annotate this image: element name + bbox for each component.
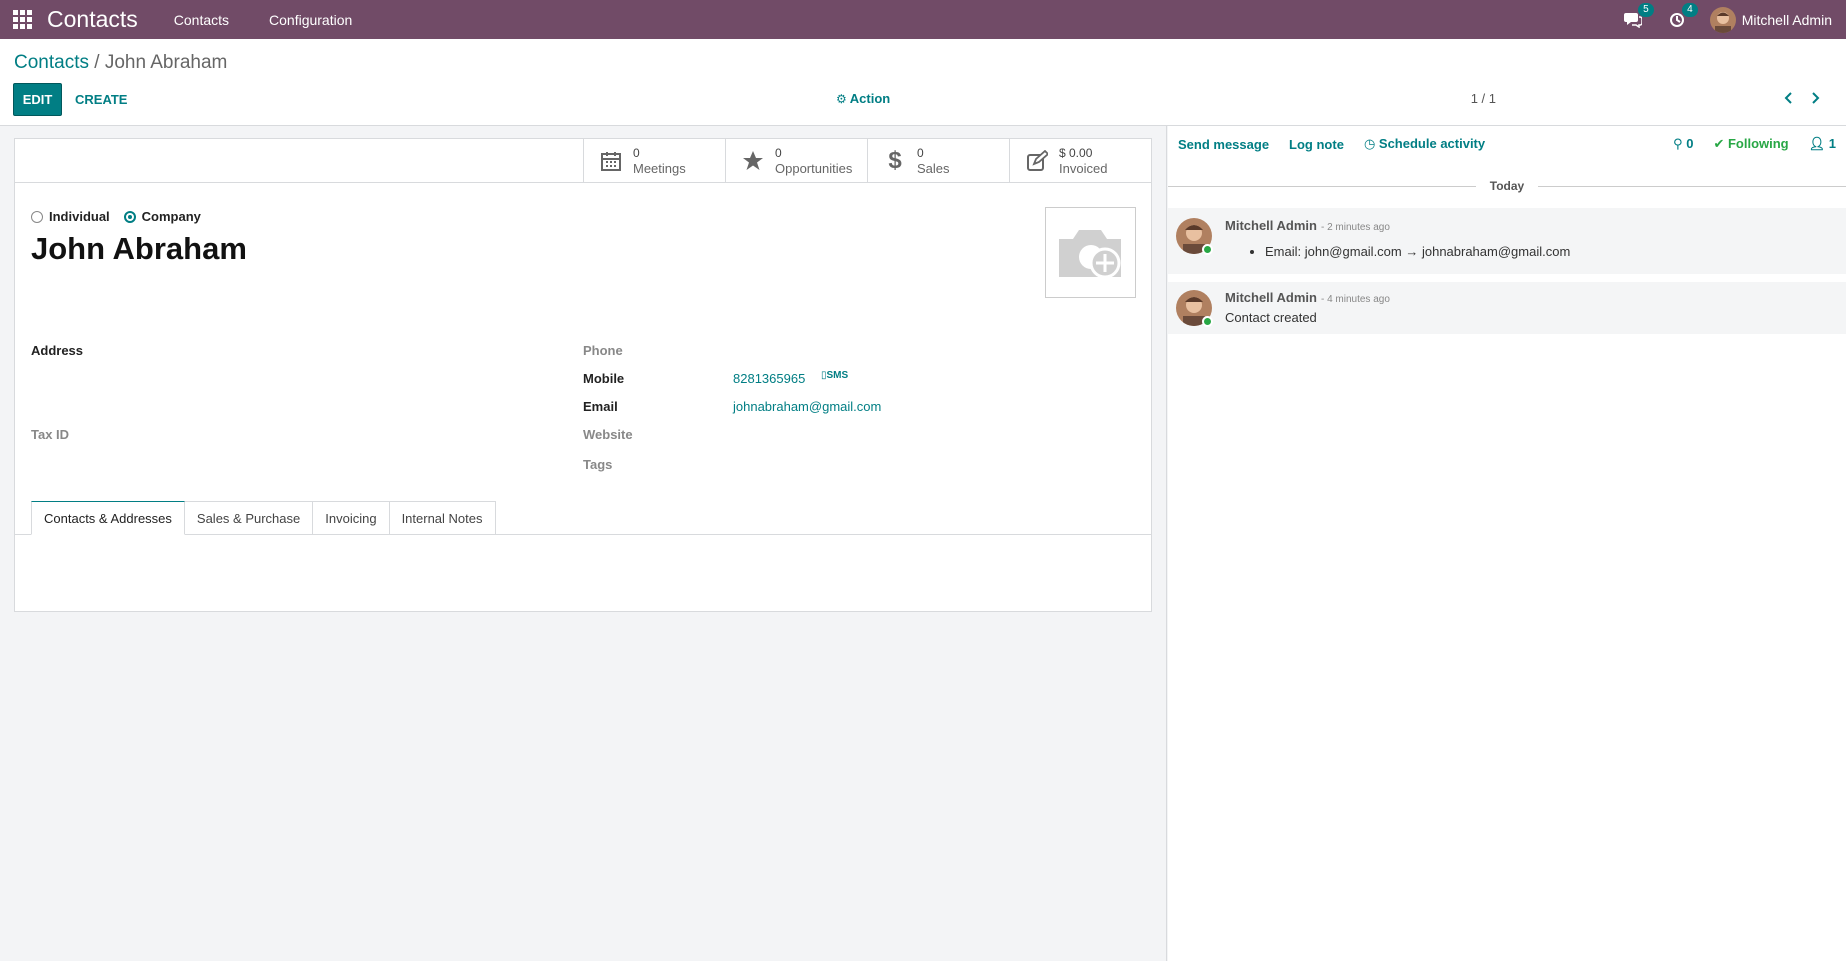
mobile-label: Mobile	[583, 371, 625, 386]
user-name[interactable]: Mitchell Admin	[1742, 12, 1832, 28]
meetings-button[interactable]: 0 Meetings	[583, 139, 725, 183]
edit-button[interactable]: EDIT	[13, 83, 62, 116]
radio-individual[interactable]	[31, 210, 43, 223]
breadcrumb: Contacts / John Abraham	[14, 52, 227, 74]
activities-icon[interactable]: 4	[1666, 2, 1698, 31]
action-dropdown[interactable]: ⚙ Action	[836, 91, 890, 106]
followers-count: 1	[1828, 136, 1836, 151]
sales-button[interactable]: $ 0 Sales	[867, 139, 1009, 183]
email-label: Email	[583, 399, 618, 414]
user-avatar[interactable]	[1709, 6, 1736, 33]
sales-count: 0	[917, 146, 924, 160]
meetings-count: 0	[633, 146, 640, 160]
form-area: 0 Meetings 0 Opportunities $ 0 Sales $ 0…	[0, 126, 1167, 961]
activities-badge: 4	[1682, 2, 1698, 17]
message-body: Email: john@gmail.com → johnabraham@gmai…	[1225, 244, 1570, 259]
followers-button[interactable]: 👤︎ 1	[1809, 136, 1836, 152]
message-author-name[interactable]: Mitchell Admin	[1225, 218, 1317, 233]
breadcrumb-separator: /	[88, 52, 105, 73]
message-author-name[interactable]: Mitchell Admin	[1225, 290, 1317, 305]
invoiced-button[interactable]: $ 0.00 Invoiced	[1009, 139, 1151, 183]
chatter-message: Mitchell Admin - 4 minutes ago Contact cr…	[1168, 282, 1846, 334]
sales-label: Sales	[917, 161, 950, 176]
form-sheet: 0 Meetings 0 Opportunities $ 0 Sales $ 0…	[14, 138, 1152, 612]
stat-button-box: 0 Meetings 0 Opportunities $ 0 Sales $ 0…	[15, 139, 1151, 183]
control-panel: Contacts / John Abraham EDIT CREATE ⚙ Ac…	[0, 39, 1846, 126]
paperclip-icon: ⚲	[1673, 136, 1683, 151]
create-button[interactable]: CREATE	[75, 83, 127, 116]
opportunities-button[interactable]: 0 Opportunities	[725, 139, 867, 183]
app-brand[interactable]: Contacts	[47, 6, 138, 33]
pager-previous-icon[interactable]	[1774, 85, 1802, 111]
action-label: Action	[849, 91, 891, 106]
sms-label: SMS	[826, 370, 849, 381]
following-label: Following	[1727, 136, 1789, 151]
meetings-label: Meetings	[633, 161, 686, 176]
tab-invoicing[interactable]: Invoicing	[313, 501, 390, 535]
tab-internal-notes[interactable]: Internal Notes	[389, 501, 496, 535]
send-message-button[interactable]: Send message	[1178, 137, 1269, 152]
edit-icon	[1024, 148, 1050, 174]
date-separator-label: Today	[1489, 179, 1525, 193]
attachments-button[interactable]: ⚲ 0	[1673, 136, 1693, 152]
phone-label: Phone	[583, 343, 623, 358]
star-icon	[740, 148, 766, 174]
invoiced-amount: $ 0.00	[1059, 146, 1093, 160]
following-button[interactable]: ✔ Following	[1713, 136, 1788, 152]
pager-next-icon[interactable]	[1802, 85, 1830, 111]
notebook-tabs: Contacts & Addresses Sales & Purchase In…	[31, 501, 496, 535]
message-time: - 2 minutes ago	[1320, 222, 1390, 233]
tracking-value: Email: john@gmail.com → johnabraham@gmai…	[1265, 244, 1570, 259]
message-author[interactable]: Mitchell Admin - 4 minutes ago	[1225, 290, 1390, 305]
messages-icon[interactable]: 5	[1622, 2, 1654, 31]
apps-menu-icon[interactable]	[0, 0, 44, 39]
user-icon: 👤︎	[1808, 136, 1826, 151]
tax-id-label: Tax ID	[31, 427, 70, 442]
radio-company-label[interactable]: Company	[142, 209, 201, 224]
opportunities-label: Opportunities	[775, 161, 853, 176]
message-author[interactable]: Mitchell Admin - 2 minutes ago	[1225, 218, 1390, 233]
message-body: Contact created	[1225, 310, 1317, 325]
top-navbar: Contacts Contacts Configuration 5 4 Mitc…	[0, 0, 1846, 39]
radio-individual-label[interactable]: Individual	[49, 209, 110, 224]
chatter-topbar: Send message Log note ◷ Schedule activit…	[1168, 126, 1846, 162]
chatter-message: Mitchell Admin- 2 minutes ago Email: joh…	[1168, 208, 1846, 274]
online-status-icon	[1202, 244, 1213, 255]
chatter: Send message Log note ◷ Schedule activit…	[1168, 126, 1846, 961]
tab-sales-purchase[interactable]: Sales & Purchase	[184, 501, 314, 535]
website-label: Website	[583, 427, 633, 442]
radio-company[interactable]	[123, 210, 136, 223]
sms-button[interactable]: ▯SMS	[821, 370, 848, 381]
address-label: Address	[31, 343, 84, 358]
breadcrumb-contacts[interactable]: Contacts	[14, 52, 89, 73]
schedule-activity-button[interactable]: ◷ Schedule activity	[1364, 136, 1485, 152]
company-type-selector: Individual Company	[31, 209, 215, 224]
email-value[interactable]: johnabraham@gmail.com	[733, 399, 881, 414]
tab-contacts-addresses[interactable]: Contacts & Addresses	[31, 501, 185, 535]
online-status-icon	[1202, 316, 1213, 327]
invoiced-label: Invoiced	[1059, 161, 1108, 176]
message-time: - 4 minutes ago	[1320, 294, 1390, 305]
clock-icon: ◷	[1363, 136, 1376, 151]
attachments-count: 0	[1686, 136, 1694, 151]
breadcrumb-current: John Abraham	[104, 52, 228, 73]
menu-contacts[interactable]: Contacts	[174, 12, 229, 28]
camera-plus-icon	[1058, 229, 1121, 278]
tags-label: Tags	[583, 457, 613, 472]
pager-value[interactable]: 1 / 1	[1471, 91, 1496, 106]
check-icon: ✔	[1713, 136, 1725, 151]
gear-icon: ⚙	[836, 91, 847, 106]
opportunities-count: 0	[775, 146, 782, 160]
log-note-button[interactable]: Log note	[1289, 137, 1344, 152]
contact-name: John Abraham	[31, 231, 247, 266]
dollar-icon: $	[888, 147, 902, 174]
pager-nav	[1774, 85, 1830, 111]
calendar-icon	[598, 148, 624, 174]
schedule-activity-label: Schedule activity	[1378, 136, 1486, 151]
messages-badge: 5	[1638, 2, 1654, 17]
date-separator: Today	[1168, 178, 1846, 194]
avatar-upload[interactable]	[1045, 207, 1136, 298]
menu-configuration[interactable]: Configuration	[269, 12, 352, 28]
mobile-value[interactable]: 8281365965	[733, 371, 805, 386]
